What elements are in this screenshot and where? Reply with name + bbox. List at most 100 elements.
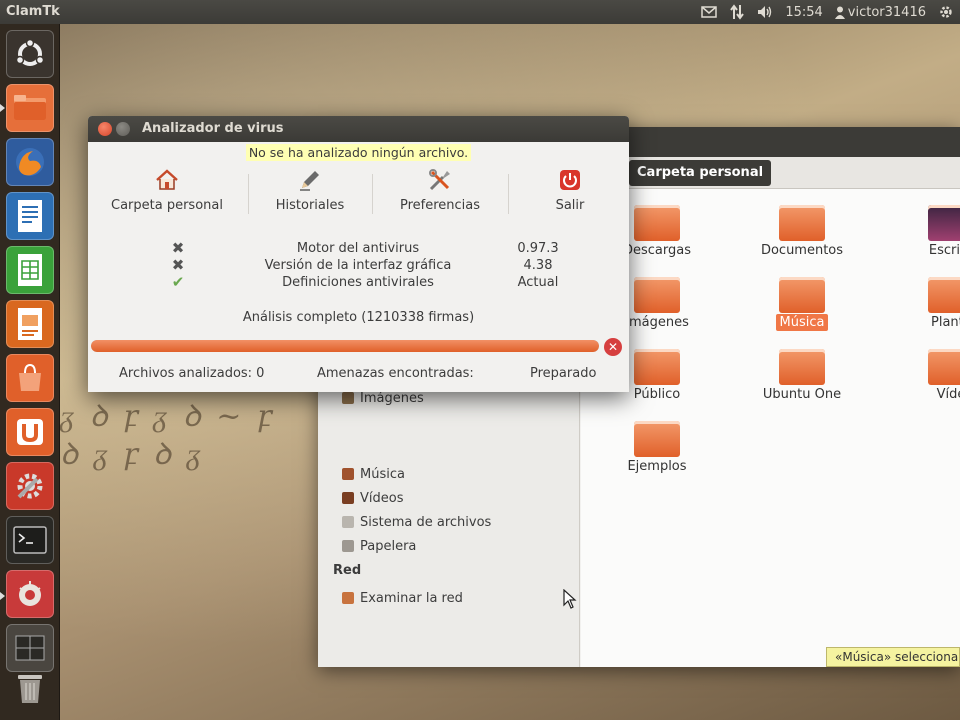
folder-label[interactable]: Ubuntu One xyxy=(742,387,862,402)
network-icon[interactable] xyxy=(729,4,745,20)
user-name: victor31416 xyxy=(847,4,926,20)
terminal-icon xyxy=(13,526,47,554)
folder-label[interactable]: Plantil xyxy=(891,315,960,330)
minimize-window-button[interactable] xyxy=(116,122,130,136)
folder-musica-icon[interactable] xyxy=(779,277,825,313)
user-menu[interactable]: victor31416 xyxy=(834,4,926,20)
running-indicator xyxy=(0,592,5,600)
indicator-area: 15:54 victor31416 xyxy=(701,0,954,24)
trash-icon xyxy=(18,675,42,703)
info-row-engine: ✖ Motor del antivirus 0.97.3 xyxy=(88,240,629,257)
quit-button[interactable]: Salir xyxy=(540,168,600,216)
toolbar-separator xyxy=(372,174,373,214)
session-gear-icon[interactable] xyxy=(938,4,954,20)
launcher-trash[interactable] xyxy=(6,664,54,712)
folder-descargas-icon[interactable] xyxy=(634,205,680,241)
folder-ubuntu-one-icon[interactable] xyxy=(779,349,825,385)
status-text: No se ha analizado ningún archivo. xyxy=(245,144,472,161)
scan-progress-bar xyxy=(91,340,599,352)
volume-icon[interactable] xyxy=(757,4,773,20)
selected-label-text: Música xyxy=(775,314,829,331)
folder-ejemplos-icon[interactable] xyxy=(634,421,680,457)
folder-documentos-icon[interactable] xyxy=(779,205,825,241)
scanner-state: Preparado xyxy=(530,366,597,381)
ubuntu-logo-icon xyxy=(15,38,45,66)
sidebar-item-browse-network[interactable]: Examinar la red xyxy=(342,589,463,607)
x-mark-icon: ✖ xyxy=(171,239,185,257)
folder-label-selected[interactable]: Música xyxy=(742,314,862,331)
toolbar-separator xyxy=(508,174,509,214)
user-icon xyxy=(834,6,845,19)
folder-plantillas-icon[interactable] xyxy=(928,277,960,313)
launcher-terminal[interactable] xyxy=(6,516,54,564)
info-label: Versión de la interfaz gráfica xyxy=(264,258,452,273)
info-label: Definiciones antivirales xyxy=(282,275,434,290)
folder-icon xyxy=(14,95,46,120)
x-mark-icon: ✖ xyxy=(171,256,185,274)
history-button[interactable]: Historiales xyxy=(260,168,360,216)
launcher-software-center[interactable] xyxy=(6,354,54,402)
virus-scanner-dialog: Analizador de virus No se ha analizado n… xyxy=(88,116,629,392)
mouse-pointer-icon xyxy=(563,589,577,609)
home-icon xyxy=(156,169,178,190)
sidebar-item-trash[interactable]: Papelera xyxy=(342,537,416,555)
quit-label: Salir xyxy=(555,198,585,213)
history-label: Historiales xyxy=(275,198,345,213)
launcher-firefox[interactable] xyxy=(6,138,54,186)
clock[interactable]: 15:54 xyxy=(785,5,822,20)
wallpaper-handwriting: ꝺ ᵹ ꝼ ꝺ ᵹ xyxy=(60,437,204,472)
launcher-ubuntu-one[interactable] xyxy=(6,408,54,456)
info-row-definitions: ✔ Definiciones antivirales Actual xyxy=(88,274,629,291)
libreoffice-writer-icon xyxy=(18,200,42,232)
shopping-bag-icon xyxy=(19,363,41,391)
close-icon: ✕ xyxy=(607,340,619,354)
launcher-writer[interactable] xyxy=(6,192,54,240)
folder-escritorio-icon[interactable] xyxy=(928,205,960,241)
dialog-titlebar[interactable]: Analizador de virus xyxy=(88,116,629,142)
home-scan-label: Carpeta personal xyxy=(111,198,223,213)
launcher-home-folder[interactable] xyxy=(6,84,54,132)
sidebar-item-label: Sistema de archivos xyxy=(360,514,492,530)
sidebar-item-videos[interactable]: Vídeos xyxy=(342,489,403,507)
sidebar-item-label: Imágenes xyxy=(360,390,424,406)
info-value: 4.38 xyxy=(523,258,553,273)
folder-publico-icon[interactable] xyxy=(634,349,680,385)
launcher-calc[interactable] xyxy=(6,246,54,294)
gear-wrench-icon xyxy=(17,473,43,499)
folder-videos-icon[interactable] xyxy=(928,349,960,385)
sidebar-item-musica[interactable]: Música xyxy=(342,465,405,483)
home-scan-button[interactable]: Carpeta personal xyxy=(108,168,226,216)
close-window-button[interactable] xyxy=(98,122,112,136)
stop-scan-button[interactable]: ✕ xyxy=(604,338,622,356)
sidebar-item-label: Examinar la red xyxy=(360,590,463,606)
sidebar-item-label: Papelera xyxy=(360,538,417,554)
top-panel: ClamTk 15:54 victor31416 xyxy=(0,0,960,24)
trash-icon xyxy=(342,540,354,552)
folder-label[interactable]: Escrito xyxy=(891,243,960,258)
path-bar-home[interactable]: Carpeta personal xyxy=(629,160,772,186)
scan-status-message: No se ha analizado ningún archivo. xyxy=(88,142,629,164)
toolbar-separator xyxy=(248,174,249,214)
info-label: Motor del antivirus xyxy=(296,241,420,256)
checkmark-icon: ✔ xyxy=(171,273,185,291)
folder-label[interactable]: Víde xyxy=(891,387,960,402)
mail-icon[interactable] xyxy=(701,4,718,20)
drive-icon xyxy=(342,516,354,528)
info-row-gui-version: ✖ Versión de la interfaz gráfica 4.38 xyxy=(88,257,629,274)
network-folder-icon xyxy=(342,592,354,604)
launcher-system-settings[interactable] xyxy=(6,462,54,510)
ubuntu-one-icon xyxy=(17,419,43,445)
running-indicator xyxy=(0,104,5,112)
sidebar-item-label: Música xyxy=(360,466,405,482)
music-icon xyxy=(342,468,354,480)
wallpaper-handwriting: ᵹ ꝺ ꝼ ᵹ ꝺ ~ ꝼ xyxy=(60,399,275,434)
launcher-dash-home[interactable] xyxy=(6,30,54,78)
launcher-clamtk[interactable] xyxy=(6,570,54,618)
preferences-button[interactable]: Preferencias xyxy=(388,168,492,216)
sidebar-item-filesystem[interactable]: Sistema de archivos xyxy=(342,513,491,531)
launcher-impress[interactable] xyxy=(6,300,54,348)
folder-label[interactable]: Ejemplos xyxy=(597,459,717,474)
scan-summary: Análisis completo (1210338 firmas) xyxy=(242,310,475,325)
folder-label[interactable]: Documentos xyxy=(742,243,862,258)
folder-imagenes-icon[interactable] xyxy=(634,277,680,313)
